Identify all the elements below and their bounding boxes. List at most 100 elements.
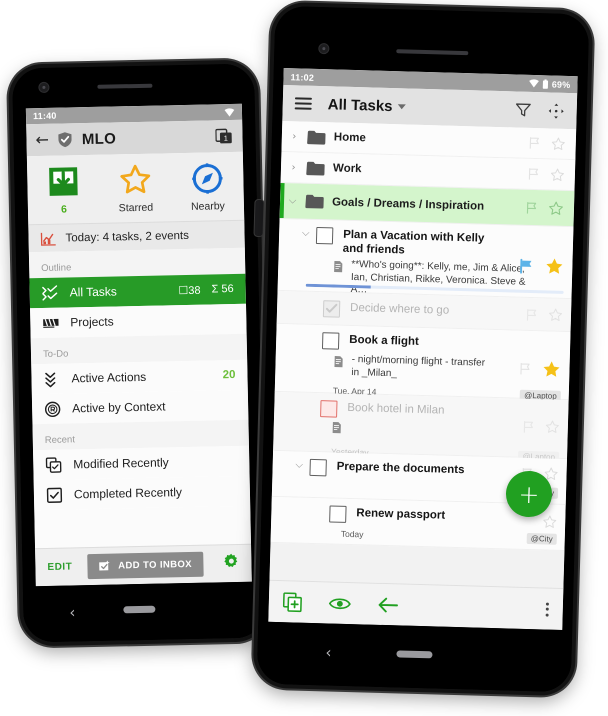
task-checkbox[interactable]	[309, 458, 327, 477]
quick-action-starred[interactable]: Starred	[99, 153, 172, 222]
mlo-bottom-bar: EDIT ADD TO INBOX	[35, 543, 252, 587]
tab-count-button[interactable]: 1	[215, 127, 233, 145]
task-context-chip[interactable]: @City	[526, 532, 557, 545]
star-outline-icon	[120, 164, 151, 193]
compass-icon	[192, 162, 223, 194]
today-summary-row[interactable]: Today: 4 tasks, 2 events	[28, 219, 245, 253]
add-task-icon[interactable]	[282, 591, 304, 613]
overflow-menu-icon[interactable]	[545, 602, 549, 617]
left-phone-bezel: 11:40 ← MLO 1 6 Starred Nearby Today: 4 …	[12, 63, 266, 643]
move-arrows-icon[interactable]	[547, 102, 564, 119]
open-count-value: 38	[188, 284, 201, 297]
task-checkbox[interactable]	[329, 505, 347, 523]
completed-recently-icon	[46, 487, 63, 503]
star-icon[interactable]	[548, 307, 563, 322]
add-to-inbox-button[interactable]: ADD TO INBOX	[86, 551, 204, 580]
sidebar-item-label: Active by Context	[71, 399, 166, 416]
section-header-label: Outline	[41, 262, 72, 275]
collapse-twisty[interactable]: ⌵	[288, 195, 297, 206]
flag-icon[interactable]	[525, 307, 539, 321]
star-icon[interactable]	[550, 167, 565, 182]
sidebar-item-label: Modified Recently	[73, 455, 169, 472]
sidebar-item-label: Active Actions	[71, 369, 147, 386]
home-pill[interactable]	[396, 650, 433, 659]
row-marks	[518, 359, 562, 380]
system-back-icon[interactable]: ‹	[69, 603, 75, 621]
star-icon[interactable]	[551, 136, 566, 151]
star-filled-icon[interactable]	[544, 256, 565, 277]
task-checkbox[interactable]	[320, 400, 338, 418]
row-marks	[518, 256, 565, 277]
sidebar-item-active-by-context[interactable]: Active by Context	[31, 389, 249, 425]
sidebar-item-completed-recently[interactable]: Completed Recently	[33, 475, 251, 511]
task-checkbox[interactable]	[322, 300, 341, 318]
flag-icon[interactable]	[527, 167, 541, 181]
row-marks	[542, 514, 557, 529]
checkmark-icon	[325, 303, 338, 313]
flag-icon[interactable]	[528, 136, 542, 150]
star-icon[interactable]	[542, 514, 557, 529]
task-title: Prepare the documents	[336, 460, 465, 477]
sidebar-item-modified-recently[interactable]: Modified Recently	[33, 445, 250, 481]
badge-open-count: ☐38	[178, 283, 200, 296]
eye-icon[interactable]	[328, 595, 351, 612]
flag-icon[interactable]	[518, 362, 532, 376]
star-filled-icon[interactable]	[541, 359, 562, 380]
folder-label: Goals / Dreams / Inspiration	[331, 195, 485, 213]
collapse-twisty[interactable]: ⌵	[301, 228, 310, 239]
list-selector[interactable]: All Tasks	[328, 96, 406, 115]
task-row-plan-vacation[interactable]: ⌵ Plan a Vacation with Kelly and friends…	[277, 218, 574, 300]
task-title: Book hotel in Milan	[347, 401, 445, 417]
filter-icon[interactable]	[514, 101, 531, 118]
shield-check-icon	[58, 132, 72, 148]
sidebar-item-all-tasks[interactable]: All Tasks ☐38 Σ 56	[29, 273, 246, 309]
modified-recently-icon	[45, 456, 62, 473]
mlo-app-bar: ← MLO 1	[26, 119, 243, 157]
left-android-nav-bar: ‹	[22, 581, 266, 643]
task-title: Renew passport	[356, 507, 446, 522]
hamburger-menu-icon[interactable]	[294, 97, 312, 110]
right-phone-screen: 11:02 69% All Tasks › Home › Work ⌵ Goal…	[268, 68, 578, 630]
battery-icon	[543, 78, 549, 89]
flag-icon[interactable]	[522, 419, 536, 433]
expand-twisty[interactable]: ›	[290, 131, 299, 142]
back-arrow-icon[interactable]: ←	[35, 130, 49, 149]
right-phone-device: 11:02 69% All Tasks › Home › Work ⌵ Goal…	[252, 1, 594, 697]
battery-percent: 69%	[551, 78, 571, 90]
home-pill[interactable]	[123, 605, 156, 614]
sidebar-item-active-actions[interactable]: Active Actions 20	[31, 359, 248, 395]
task-title: Book a flight	[349, 333, 420, 348]
wifi-icon	[529, 79, 540, 88]
collapse-twisty[interactable]: ⌵	[295, 459, 304, 470]
star-icon[interactable]	[548, 200, 564, 216]
flag-filled-icon[interactable]	[518, 258, 535, 274]
row-marks	[522, 419, 560, 435]
task-row-book-flight[interactable]: Book a flight - night/morning flight - t…	[274, 323, 571, 402]
task-row-book-hotel[interactable]: Book hotel in Milan Yesterday @Laptop	[273, 391, 569, 463]
gear-icon	[224, 553, 238, 568]
settings-button[interactable]	[223, 553, 239, 574]
row-marks	[527, 166, 565, 182]
sidebar-item-projects[interactable]: Projects	[30, 303, 247, 339]
system-back-icon[interactable]: ‹	[325, 643, 332, 661]
quick-action-label: Starred	[118, 201, 154, 214]
quick-action-nearby[interactable]: Nearby	[171, 152, 244, 221]
total-count-value: 56	[221, 283, 234, 296]
volume-button[interactable]	[254, 199, 264, 237]
add-to-inbox-icon	[98, 560, 110, 571]
folder-label: Work	[332, 162, 362, 176]
expand-twisty[interactable]: ›	[289, 162, 298, 173]
quick-action-inbox[interactable]: 6	[27, 155, 100, 224]
task-checkbox[interactable]	[315, 226, 334, 245]
add-to-inbox-label: ADD TO INBOX	[118, 558, 193, 572]
back-arrow-icon[interactable]	[377, 595, 399, 614]
flag-icon[interactable]	[525, 200, 539, 214]
plus-icon: +	[518, 479, 540, 509]
chevron-down-icon	[397, 103, 406, 109]
edit-button[interactable]: EDIT	[47, 561, 72, 573]
sidebar-item-label: All Tasks	[69, 284, 117, 300]
task-checkbox[interactable]	[321, 332, 340, 350]
selection-indicator	[279, 182, 285, 219]
star-icon[interactable]	[545, 419, 560, 434]
app-title: MLO	[81, 129, 117, 148]
